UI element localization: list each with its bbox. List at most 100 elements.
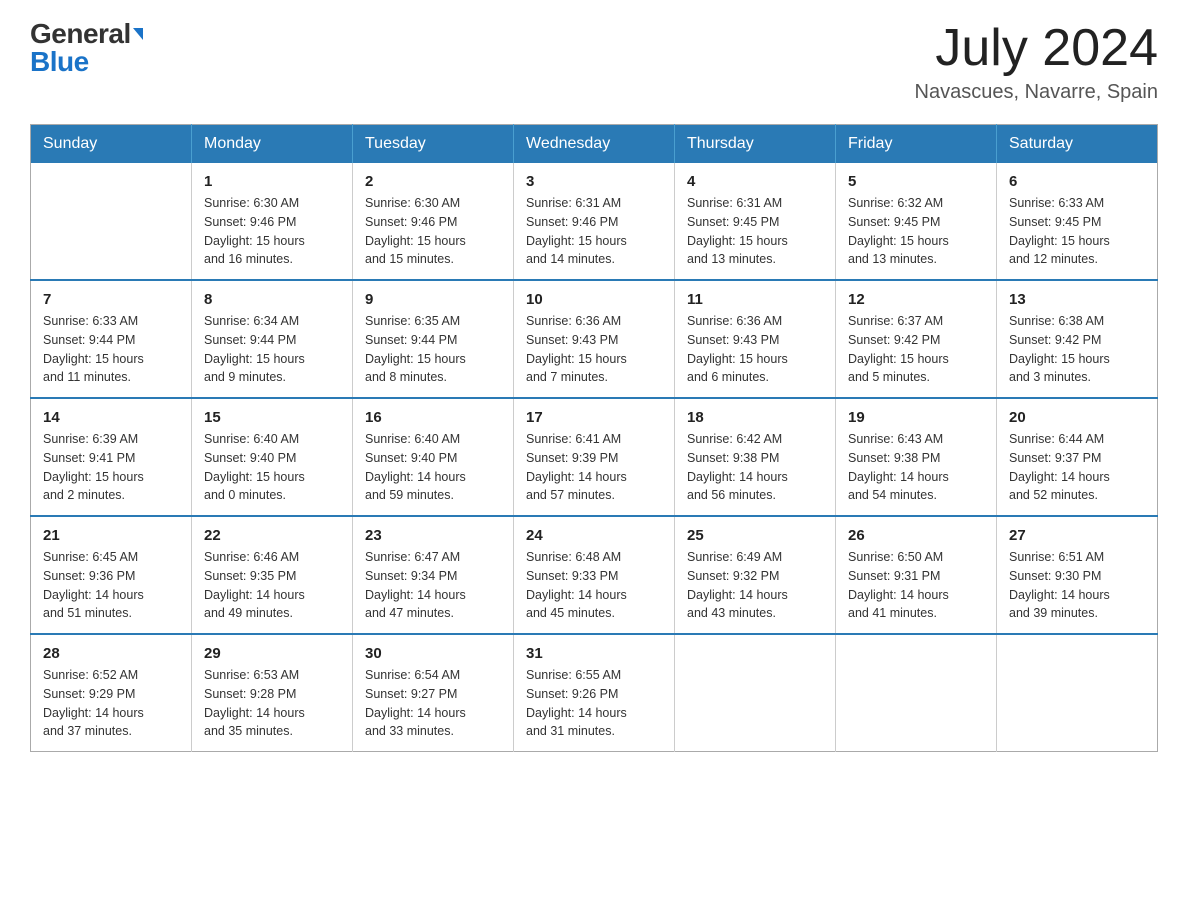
day-info: Sunrise: 6:44 AM Sunset: 9:37 PM Dayligh…	[1009, 430, 1145, 505]
day-number: 15	[204, 409, 340, 426]
calendar-row-2: 7 Sunrise: 6:33 AM Sunset: 9:44 PM Daylig…	[31, 280, 1158, 398]
day-number: 29	[204, 645, 340, 662]
day-info: Sunrise: 6:38 AM Sunset: 9:42 PM Dayligh…	[1009, 312, 1145, 387]
logo: General Blue	[30, 20, 143, 76]
calendar-cell: 4Sunrise: 6:31 AM Sunset: 9:45 PM Daylig…	[675, 163, 836, 280]
day-info: Sunrise: 6:36 AM Sunset: 9:43 PM Dayligh…	[687, 312, 823, 387]
calendar-cell: 19Sunrise: 6:43 AM Sunset: 9:38 PM Dayli…	[836, 398, 997, 516]
day-number: 27	[1009, 527, 1145, 544]
calendar-cell: 9 Sunrise: 6:35 AM Sunset: 9:44 PM Daylig…	[353, 280, 514, 398]
day-info: Sunrise: 6:33 AM Sunset: 9:45 PM Dayligh…	[1009, 194, 1145, 269]
calendar-cell: 31 Sunrise: 6:55 AM Sunset: 9:26 PM Dayli…	[514, 634, 675, 752]
calendar-cell: 25 Sunrise: 6:49 AM Sunset: 9:32 PM Dayli…	[675, 516, 836, 634]
header-cell-monday: Monday	[192, 125, 353, 164]
day-number: 13	[1009, 291, 1145, 308]
day-info: Sunrise: 6:49 AM Sunset: 9:32 PM Dayligh…	[687, 548, 823, 623]
calendar-cell: 18 Sunrise: 6:42 AM Sunset: 9:38 PM Dayli…	[675, 398, 836, 516]
day-number: 28	[43, 645, 179, 662]
calendar-row-4: 21Sunrise: 6:45 AM Sunset: 9:36 PM Dayli…	[31, 516, 1158, 634]
day-number: 22	[204, 527, 340, 544]
calendar-cell: 27 Sunrise: 6:51 AM Sunset: 9:30 PM Dayli…	[997, 516, 1158, 634]
calendar-cell: 1 Sunrise: 6:30 AM Sunset: 9:46 PM Daylig…	[192, 163, 353, 280]
day-info: Sunrise: 6:31 AM Sunset: 9:45 PM Dayligh…	[687, 194, 823, 269]
day-info: Sunrise: 6:54 AM Sunset: 9:27 PM Dayligh…	[365, 666, 501, 741]
day-number: 31	[526, 645, 662, 662]
calendar-cell: 30 Sunrise: 6:54 AM Sunset: 9:27 PM Dayli…	[353, 634, 514, 752]
day-info: Sunrise: 6:52 AM Sunset: 9:29 PM Dayligh…	[43, 666, 179, 741]
day-number: 2	[365, 173, 501, 190]
day-number: 16	[365, 409, 501, 426]
day-number: 19	[848, 409, 984, 426]
day-info: Sunrise: 6:34 AM Sunset: 9:44 PM Dayligh…	[204, 312, 340, 387]
header-cell-wednesday: Wednesday	[514, 125, 675, 164]
day-info: Sunrise: 6:53 AM Sunset: 9:28 PM Dayligh…	[204, 666, 340, 741]
calendar-cell: 5Sunrise: 6:32 AM Sunset: 9:45 PM Daylig…	[836, 163, 997, 280]
day-info: Sunrise: 6:51 AM Sunset: 9:30 PM Dayligh…	[1009, 548, 1145, 623]
day-number: 24	[526, 527, 662, 544]
calendar-cell: 14Sunrise: 6:39 AM Sunset: 9:41 PM Dayli…	[31, 398, 192, 516]
location-subtitle: Navascues, Navarre, Spain	[915, 81, 1158, 104]
calendar-table: SundayMondayTuesdayWednesdayThursdayFrid…	[30, 124, 1158, 752]
day-number: 7	[43, 291, 179, 308]
day-info: Sunrise: 6:37 AM Sunset: 9:42 PM Dayligh…	[848, 312, 984, 387]
day-info: Sunrise: 6:35 AM Sunset: 9:44 PM Dayligh…	[365, 312, 501, 387]
calendar-cell: 28 Sunrise: 6:52 AM Sunset: 9:29 PM Dayli…	[31, 634, 192, 752]
header-cell-thursday: Thursday	[675, 125, 836, 164]
day-number: 6	[1009, 173, 1145, 190]
day-number: 10	[526, 291, 662, 308]
day-info: Sunrise: 6:30 AM Sunset: 9:46 PM Dayligh…	[204, 194, 340, 269]
day-number: 25	[687, 527, 823, 544]
calendar-cell: 3 Sunrise: 6:31 AM Sunset: 9:46 PM Daylig…	[514, 163, 675, 280]
calendar-cell: 7 Sunrise: 6:33 AM Sunset: 9:44 PM Daylig…	[31, 280, 192, 398]
day-number: 8	[204, 291, 340, 308]
day-number: 14	[43, 409, 179, 426]
day-info: Sunrise: 6:36 AM Sunset: 9:43 PM Dayligh…	[526, 312, 662, 387]
calendar-cell: 6 Sunrise: 6:33 AM Sunset: 9:45 PM Daylig…	[997, 163, 1158, 280]
day-info: Sunrise: 6:30 AM Sunset: 9:46 PM Dayligh…	[365, 194, 501, 269]
header-cell-tuesday: Tuesday	[353, 125, 514, 164]
header-row: SundayMondayTuesdayWednesdayThursdayFrid…	[31, 125, 1158, 164]
logo-blue-text: Blue	[30, 48, 89, 76]
day-number: 23	[365, 527, 501, 544]
calendar-row-3: 14Sunrise: 6:39 AM Sunset: 9:41 PM Dayli…	[31, 398, 1158, 516]
day-number: 9	[365, 291, 501, 308]
calendar-cell	[675, 634, 836, 752]
calendar-cell	[997, 634, 1158, 752]
day-info: Sunrise: 6:32 AM Sunset: 9:45 PM Dayligh…	[848, 194, 984, 269]
calendar-row-1: 1 Sunrise: 6:30 AM Sunset: 9:46 PM Daylig…	[31, 163, 1158, 280]
day-number: 30	[365, 645, 501, 662]
day-number: 17	[526, 409, 662, 426]
calendar-cell	[836, 634, 997, 752]
calendar-cell: 22Sunrise: 6:46 AM Sunset: 9:35 PM Dayli…	[192, 516, 353, 634]
calendar-cell: 15Sunrise: 6:40 AM Sunset: 9:40 PM Dayli…	[192, 398, 353, 516]
day-number: 26	[848, 527, 984, 544]
month-year-title: July 2024	[915, 20, 1158, 77]
calendar-cell: 20Sunrise: 6:44 AM Sunset: 9:37 PM Dayli…	[997, 398, 1158, 516]
day-info: Sunrise: 6:42 AM Sunset: 9:38 PM Dayligh…	[687, 430, 823, 505]
day-info: Sunrise: 6:33 AM Sunset: 9:44 PM Dayligh…	[43, 312, 179, 387]
day-info: Sunrise: 6:50 AM Sunset: 9:31 PM Dayligh…	[848, 548, 984, 623]
day-info: Sunrise: 6:48 AM Sunset: 9:33 PM Dayligh…	[526, 548, 662, 623]
header-cell-friday: Friday	[836, 125, 997, 164]
day-number: 18	[687, 409, 823, 426]
day-info: Sunrise: 6:40 AM Sunset: 9:40 PM Dayligh…	[365, 430, 501, 505]
calendar-cell: 24 Sunrise: 6:48 AM Sunset: 9:33 PM Dayli…	[514, 516, 675, 634]
title-block: July 2024 Navascues, Navarre, Spain	[915, 20, 1158, 104]
calendar-cell: 13 Sunrise: 6:38 AM Sunset: 9:42 PM Dayli…	[997, 280, 1158, 398]
calendar-cell: 23 Sunrise: 6:47 AM Sunset: 9:34 PM Dayli…	[353, 516, 514, 634]
day-info: Sunrise: 6:55 AM Sunset: 9:26 PM Dayligh…	[526, 666, 662, 741]
day-info: Sunrise: 6:31 AM Sunset: 9:46 PM Dayligh…	[526, 194, 662, 269]
logo-arrow-icon	[133, 28, 143, 40]
day-number: 12	[848, 291, 984, 308]
day-number: 11	[687, 291, 823, 308]
calendar-cell: 10 Sunrise: 6:36 AM Sunset: 9:43 PM Dayli…	[514, 280, 675, 398]
day-info: Sunrise: 6:47 AM Sunset: 9:34 PM Dayligh…	[365, 548, 501, 623]
day-info: Sunrise: 6:45 AM Sunset: 9:36 PM Dayligh…	[43, 548, 179, 623]
calendar-cell: 12 Sunrise: 6:37 AM Sunset: 9:42 PM Dayli…	[836, 280, 997, 398]
calendar-cell: 16 Sunrise: 6:40 AM Sunset: 9:40 PM Dayli…	[353, 398, 514, 516]
header-cell-saturday: Saturday	[997, 125, 1158, 164]
day-number: 3	[526, 173, 662, 190]
day-number: 1	[204, 173, 340, 190]
page-header: General Blue July 2024 Navascues, Navarr…	[30, 20, 1158, 104]
calendar-cell: 2 Sunrise: 6:30 AM Sunset: 9:46 PM Daylig…	[353, 163, 514, 280]
